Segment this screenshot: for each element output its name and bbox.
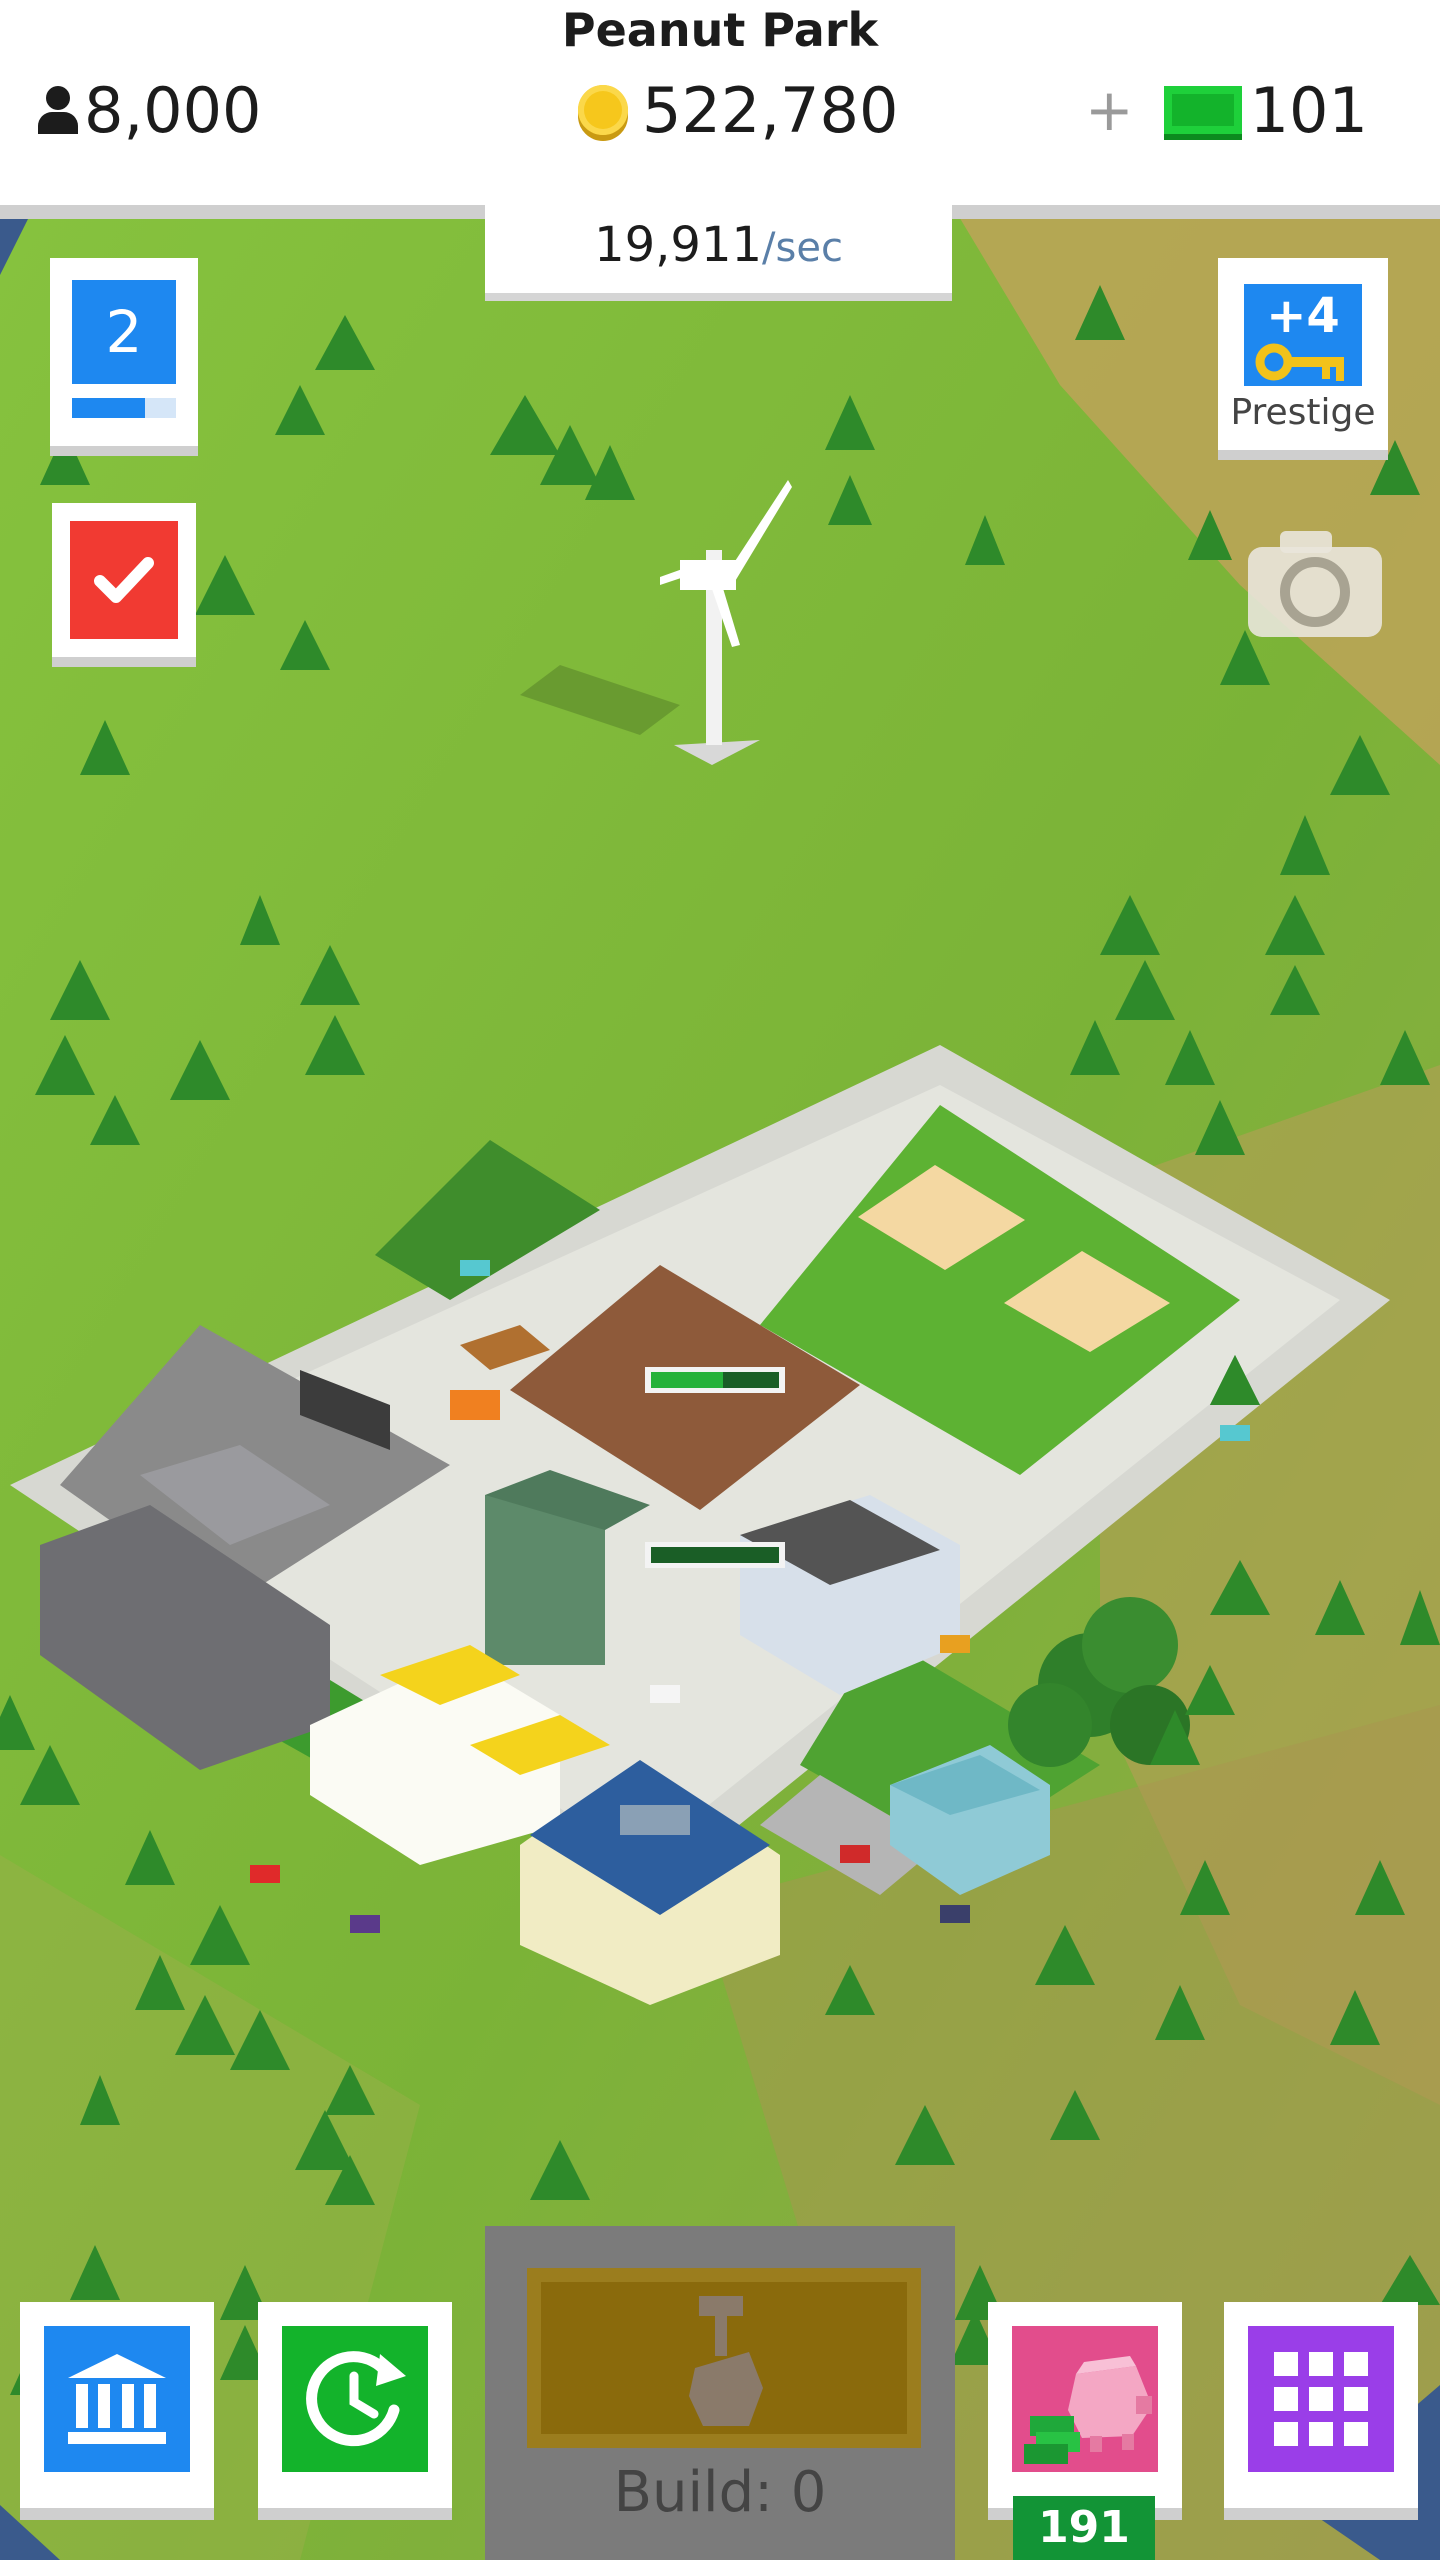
city-name[interactable]: Peanut Park (0, 0, 1440, 60)
bank-box (44, 2326, 190, 2472)
piggy-bank-button[interactable] (988, 2302, 1182, 2508)
cash-stat[interactable]: + 101 (1085, 70, 1368, 150)
level-button[interactable]: 2 (50, 258, 198, 446)
add-cash-button[interactable]: + (1085, 76, 1134, 144)
level-number: 2 (72, 280, 176, 384)
bank-button[interactable] (20, 2302, 214, 2508)
build-panel[interactable]: Build: 0 (485, 2226, 955, 2560)
menu-box (1248, 2326, 1394, 2472)
income-rate-value: 19,911 (594, 217, 763, 273)
build-label: Build: 0 (613, 2460, 827, 2525)
quests-button[interactable] (52, 503, 196, 657)
camera-button[interactable] (1246, 527, 1384, 639)
time-warp-icon (306, 2351, 406, 2447)
key-icon (1255, 343, 1344, 381)
prestige-label: Prestige (1230, 392, 1376, 433)
time-warp-box (282, 2326, 428, 2472)
grid-menu-icon (1274, 2352, 1368, 2446)
person-icon (36, 86, 80, 134)
piggy-bank-icon (1024, 2356, 1152, 2464)
quest-box (70, 521, 178, 639)
build-button[interactable] (527, 2268, 921, 2448)
time-warp-button[interactable] (258, 2302, 452, 2508)
prestige-button[interactable]: +4 Prestige (1218, 258, 1388, 450)
level-progress-fill (72, 398, 145, 418)
population-stat: 8,000 (36, 70, 262, 150)
population-value: 8,000 (84, 73, 262, 147)
build-hammer-icon (689, 2296, 763, 2426)
menu-button[interactable] (1224, 2302, 1418, 2508)
cash-bill-icon (1163, 86, 1242, 134)
checkmark-icon (94, 557, 154, 603)
coins-value: 522,780 (642, 73, 899, 147)
city-map[interactable] (0, 205, 1440, 2560)
cash-value: 101 (1249, 73, 1368, 147)
camera-icon (1248, 531, 1382, 637)
piggy-bank-box (1012, 2326, 1158, 2472)
prestige-box: +4 (1244, 284, 1362, 386)
bank-icon (68, 2354, 166, 2444)
coins-stat: 522,780 (578, 70, 898, 150)
income-rate-unit: /sec (762, 225, 843, 271)
piggy-bank-count: 191 (1013, 2496, 1155, 2560)
top-bar: Peanut Park 8,000 522,780 + 101 (0, 0, 1440, 205)
coin-icon (578, 85, 628, 135)
income-rate: 19,911/sec (485, 205, 952, 293)
level-progress-bar (72, 398, 176, 418)
